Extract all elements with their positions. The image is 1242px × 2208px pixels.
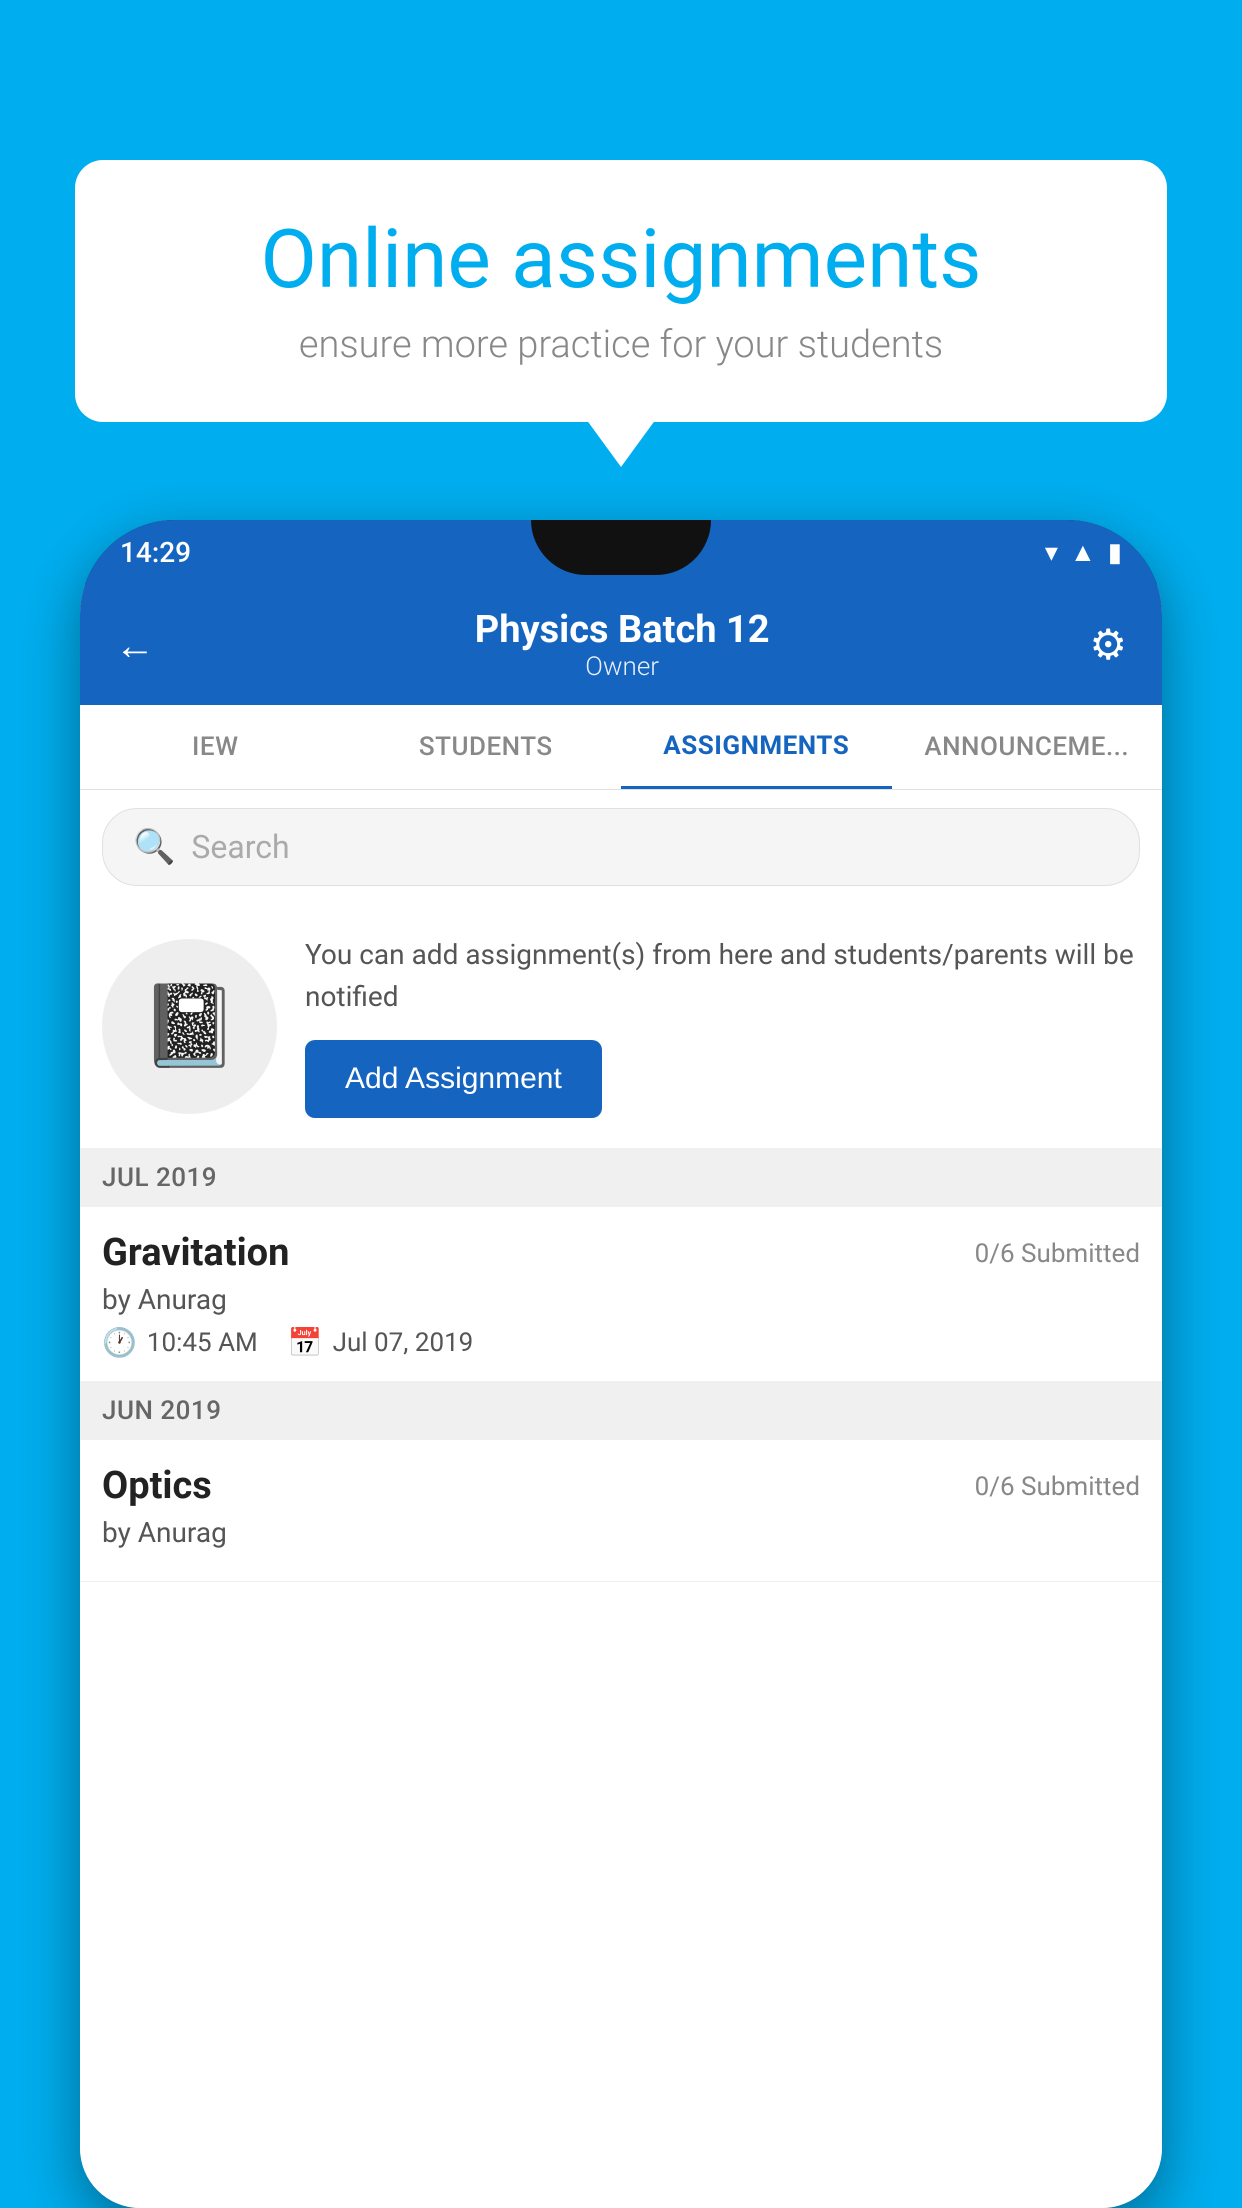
promo-text: You can add assignment(s) from here and … [305,934,1140,1018]
add-assignment-button[interactable]: Add Assignment [305,1040,602,1118]
bubble-title: Online assignments [140,215,1102,305]
status-icons: ▾ ▲ ▮ [1045,537,1122,568]
tab-assignments[interactable]: ASSIGNMENTS [621,705,892,789]
wifi-icon: ▾ [1045,538,1058,568]
clock-icon: 🕐 [102,1326,137,1359]
tabs-bar: IEW STUDENTS ASSIGNMENTS ANNOUNCEME... [80,705,1162,790]
header-center: Physics Batch 12 Owner [475,608,770,682]
assignment-author-optics: by Anurag [102,1516,1140,1549]
bubble-box: Online assignments ensure more practice … [75,160,1167,422]
back-button[interactable]: ← [115,622,155,669]
batch-title: Physics Batch 12 [475,608,770,652]
assignment-name: Gravitation [102,1231,289,1275]
assignment-submitted: 0/6 Submitted [975,1239,1140,1269]
battery-icon: ▮ [1108,538,1122,568]
assignment-author: by Anurag [102,1283,1140,1316]
promo-icon-circle: 📓 [102,939,277,1114]
phone-frame: 14:29 ▾ ▲ ▮ ← Physics Batch 12 Owner ⚙ I… [80,520,1162,2208]
assignment-item-optics[interactable]: Optics 0/6 Submitted by Anurag [80,1440,1162,1582]
app-header: ← Physics Batch 12 Owner ⚙ [80,585,1162,705]
assignment-submitted-optics: 0/6 Submitted [975,1472,1140,1502]
settings-icon[interactable]: ⚙ [1089,620,1127,670]
tab-iew[interactable]: IEW [80,705,351,789]
status-time: 14:29 [120,536,191,569]
search-placeholder: Search [191,828,289,866]
phone-inner: ← Physics Batch 12 Owner ⚙ IEW STUDENTS … [80,585,1162,2208]
status-bar: 14:29 ▾ ▲ ▮ [80,520,1162,585]
meta-date: 📅 Jul 07, 2019 [288,1326,474,1359]
speech-bubble: Online assignments ensure more practice … [75,160,1167,422]
header-subtitle: Owner [475,652,770,682]
calendar-icon: 📅 [288,1326,323,1359]
assignment-name-optics: Optics [102,1464,212,1508]
notebook-icon: 📓 [140,979,240,1073]
tab-students[interactable]: STUDENTS [351,705,622,789]
signal-icon: ▲ [1070,537,1096,568]
search-bar[interactable]: 🔍 Search [102,808,1140,886]
meta-time: 🕐 10:45 AM [102,1326,258,1359]
assignment-item-gravitation[interactable]: Gravitation 0/6 Submitted by Anurag 🕐 10… [80,1207,1162,1382]
assignment-time: 10:45 AM [147,1328,258,1358]
assignment-promo: 📓 You can add assignment(s) from here an… [80,904,1162,1149]
assignment-row-top: Gravitation 0/6 Submitted [102,1231,1140,1275]
tab-announcements[interactable]: ANNOUNCEME... [892,705,1163,789]
search-icon: 🔍 [133,827,175,867]
bubble-subtitle: ensure more practice for your students [140,323,1102,367]
phone-content: 🔍 Search 📓 You can add assignment(s) fro… [80,790,1162,2208]
search-container: 🔍 Search [80,790,1162,904]
month-separator-jun: JUN 2019 [80,1382,1162,1440]
assignment-date: Jul 07, 2019 [333,1328,474,1358]
notch [531,520,711,575]
promo-right: You can add assignment(s) from here and … [305,934,1140,1118]
assignment-row-top-optics: Optics 0/6 Submitted [102,1464,1140,1508]
month-separator-jul: JUL 2019 [80,1149,1162,1207]
assignment-meta: 🕐 10:45 AM 📅 Jul 07, 2019 [102,1326,1140,1359]
